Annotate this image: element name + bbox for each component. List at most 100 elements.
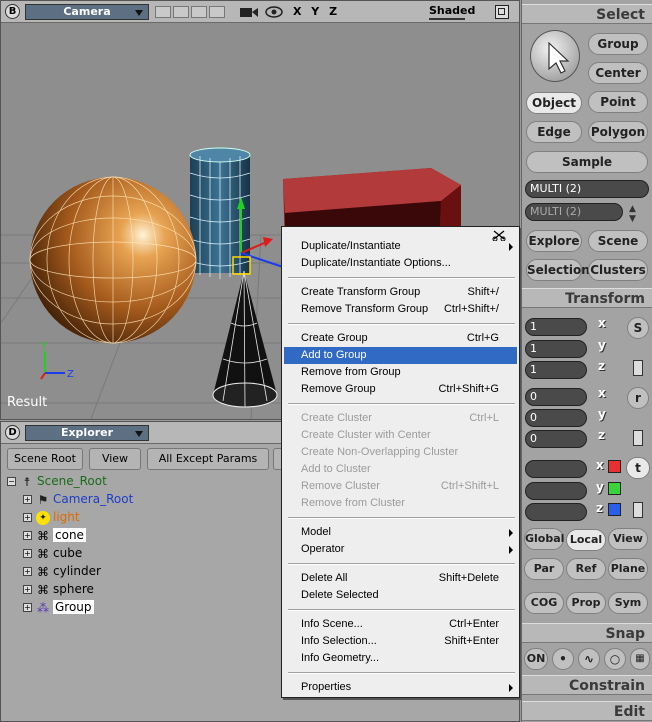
polygon-button[interactable]: Polygon [588, 121, 648, 143]
expand-icon[interactable]: + [23, 603, 32, 612]
rotate-x-field[interactable]: 0 [525, 388, 587, 406]
snap-grid-icon[interactable]: ▦ [630, 648, 650, 670]
expand-icon[interactable]: + [23, 495, 32, 504]
menu-item-delete-selected[interactable]: Delete Selected [284, 587, 517, 604]
menu-item-add-to-cluster[interactable]: Add to Cluster [284, 461, 517, 478]
tree-item-cylinder[interactable]: + ⌘ cylinder [23, 562, 101, 580]
cone-object[interactable] [212, 270, 278, 408]
menu-item-remove-from-group[interactable]: Remove from Group [284, 364, 517, 381]
point-button[interactable]: Point [588, 91, 648, 113]
view-button[interactable]: View [89, 448, 141, 470]
eye-icon[interactable] [265, 5, 283, 19]
translate-y-field[interactable] [525, 482, 587, 500]
rotate-lock-icon[interactable] [633, 430, 643, 446]
rotate-z-field[interactable]: 0 [525, 430, 587, 448]
clusters-button[interactable]: Clusters [588, 259, 648, 281]
select-header[interactable]: Select [522, 4, 652, 24]
menu-item-remove-transform-group[interactable]: Remove Transform Group Ctrl+Shift+/ [284, 301, 517, 318]
sample-button[interactable]: Sample [526, 151, 648, 173]
menu-item-info-selection[interactable]: Info Selection... Shift+Enter [284, 633, 517, 650]
expand-icon[interactable]: + [23, 585, 32, 594]
sym-button[interactable]: Sym [608, 592, 648, 614]
tree-item-scene-root[interactable]: − ☨ Scene_Root [7, 472, 107, 490]
scale-y-field[interactable]: 1 [525, 340, 587, 358]
tree-item-light[interactable]: + ✦ light [23, 508, 80, 526]
prop-button[interactable]: Prop [566, 592, 606, 614]
selection-filter-field[interactable]: MULTI (2) [525, 203, 623, 221]
viewport-letter[interactable]: B [5, 4, 20, 19]
tree-item-cone[interactable]: + ⌘ cone [23, 526, 86, 544]
z-color-swatch[interactable] [608, 503, 621, 516]
filter-button[interactable]: All Except Params [147, 448, 269, 470]
snap-header[interactable]: Snap [522, 623, 652, 643]
memo-slot[interactable] [173, 6, 189, 18]
axes-toggle[interactable]: X Y Z [293, 5, 337, 18]
tree-item-sphere[interactable]: + ⌘ sphere [23, 580, 94, 598]
translate-lock-icon[interactable] [633, 502, 643, 518]
spin-arrows-icon[interactable]: ▲ ▼ [629, 204, 636, 224]
tree-item-group[interactable]: + ⁂ Group [23, 598, 94, 616]
menu-item-properties[interactable]: Properties [284, 679, 517, 696]
center-button[interactable]: Center [588, 62, 648, 84]
selection-field[interactable]: MULTI (2) [525, 180, 649, 198]
view-ref-button[interactable]: View [608, 528, 648, 550]
scale-z-field[interactable]: 1 [525, 361, 587, 379]
menu-item-remove-cluster[interactable]: Remove Cluster Ctrl+Shift+L [284, 478, 517, 495]
menu-item-operator[interactable]: Operator [284, 541, 517, 558]
menu-item-info-scene[interactable]: Info Scene... Ctrl+Enter [284, 616, 517, 633]
menu-item-duplicate-instantiate-options[interactable]: Duplicate/Instantiate Options... [284, 255, 517, 272]
collapse-icon[interactable]: − [7, 477, 16, 486]
menu-item-delete-all[interactable]: Delete All Shift+Delete [284, 570, 517, 587]
memo-slot[interactable] [209, 6, 225, 18]
snap-curve-icon[interactable]: ∿ [578, 648, 600, 670]
camera-icon[interactable] [239, 5, 259, 19]
expand-icon[interactable]: + [23, 531, 32, 540]
rotate-y-field[interactable]: 0 [525, 409, 587, 427]
y-color-swatch[interactable] [608, 482, 621, 495]
snap-on-button[interactable]: ON [524, 648, 548, 670]
explore-button[interactable]: Explore [526, 230, 582, 252]
scale-x-field[interactable]: 1 [525, 318, 587, 336]
translate-x-field[interactable] [525, 460, 587, 478]
selection-arrow-button[interactable] [530, 30, 580, 82]
expand-icon[interactable]: + [23, 549, 32, 558]
memo-slot[interactable] [191, 6, 207, 18]
constrain-header[interactable]: Constrain [522, 675, 652, 695]
memo-slot[interactable] [155, 6, 171, 18]
menu-item-create-cluster-with-center[interactable]: Create Cluster with Center [284, 427, 517, 444]
cog-button[interactable]: COG [524, 592, 564, 614]
x-color-swatch[interactable] [608, 460, 621, 473]
snap-surface-icon[interactable]: ○ [604, 648, 626, 670]
translate-z-field[interactable] [525, 503, 587, 521]
menu-item-add-to-group[interactable]: Add to Group [284, 347, 517, 364]
selection-button[interactable]: Selection [526, 259, 590, 281]
menu-item-create-transform-group[interactable]: Create Transform Group Shift+/ [284, 284, 517, 301]
menu-item-remove-group[interactable]: Remove Group Ctrl+Shift+G [284, 381, 517, 398]
global-button[interactable]: Global [524, 528, 564, 550]
menu-item-info-geometry[interactable]: Info Geometry... [284, 650, 517, 667]
menu-item-duplicate-instantiate[interactable]: Duplicate/Instantiate [284, 238, 517, 255]
menu-item-create-non-overlapping-cluster[interactable]: Create Non-Overlapping Cluster [284, 444, 517, 461]
expand-icon[interactable]: + [23, 513, 32, 522]
menu-item-create-group[interactable]: Create Group Ctrl+G [284, 330, 517, 347]
camera-dropdown[interactable]: Camera [25, 4, 149, 20]
group-button[interactable]: Group [588, 33, 648, 55]
ref-button[interactable]: Ref [566, 558, 606, 580]
expand-icon[interactable]: + [23, 567, 32, 576]
tree-item-camera-root[interactable]: + ⚑ Camera_Root [23, 490, 133, 508]
tree-item-cube[interactable]: + ⌘ cube [23, 544, 82, 562]
menu-item-create-cluster[interactable]: Create Cluster Ctrl+L [284, 410, 517, 427]
snap-point-icon[interactable]: • [552, 648, 574, 670]
plane-button[interactable]: Plane [608, 558, 648, 580]
object-button[interactable]: Object [526, 92, 582, 114]
scale-lock-icon[interactable] [633, 360, 643, 376]
menu-item-model[interactable]: Model [284, 524, 517, 541]
scene-root-button[interactable]: Scene Root [7, 448, 83, 470]
local-button[interactable]: Local [566, 529, 606, 551]
transform-header[interactable]: Transform [522, 288, 652, 308]
translate-mode-button[interactable]: t [626, 457, 650, 479]
shading-dropdown[interactable]: Shaded [429, 4, 475, 17]
scene-button[interactable]: Scene [588, 230, 648, 252]
edge-button[interactable]: Edge [526, 121, 582, 143]
view-type-dropdown[interactable]: Explorer [25, 425, 149, 441]
